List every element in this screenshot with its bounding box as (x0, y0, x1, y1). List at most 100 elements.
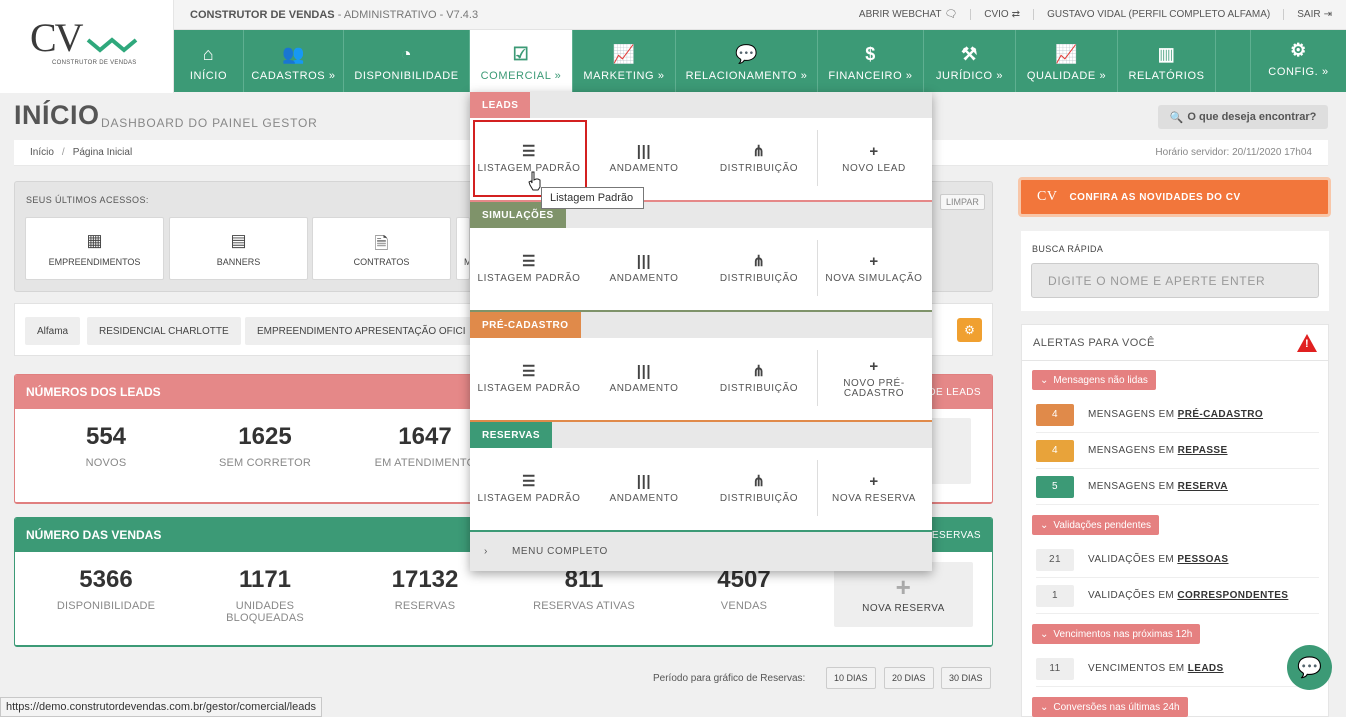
precadastro-novo[interactable]: + NOVO PRÉ-CADASTRO (817, 338, 931, 420)
breadcrumb-home[interactable]: Início (30, 147, 54, 158)
stat-novos[interactable]: 554 NOVOS (41, 423, 171, 469)
nova-reserva-button[interactable]: + NOVA RESERVA (834, 562, 973, 627)
columns-icon: ||| (636, 253, 652, 270)
simulacoes-distribuicao[interactable]: ⋔ DISTRIBUIÇÃO (702, 228, 816, 310)
reservas-distribuicao[interactable]: ⋔ DISTRIBUIÇÃO (702, 448, 816, 530)
app-title: CONSTRUTOR DE VENDAS - ADMINISTRATIVO - … (190, 9, 479, 21)
precadastro-andamento[interactable]: ||| ANDAMENTO (587, 338, 701, 420)
clear-button[interactable]: LIMPAR (940, 194, 985, 210)
alerts-panel: ALERTAS PARA VOCÊ ⌄Mensagens não lidas 4… (1021, 324, 1329, 717)
list-icon: ☰ (521, 363, 537, 380)
precadastro-listagem[interactable]: ☰ LISTAGEM PADRÃO (472, 338, 586, 420)
settings-button[interactable]: ⚙ (957, 318, 982, 342)
busca-title: BUSCA RÁPIDA (1032, 244, 1104, 254)
reservas-andamento[interactable]: ||| ANDAMENTO (587, 448, 701, 530)
nav-relatorios[interactable]: ▥ RELATÓRIOS (1118, 30, 1216, 92)
alert-count: 1 (1036, 584, 1074, 607)
nav-marketing[interactable]: 📈 MARKETING » (573, 30, 676, 92)
leads-distribuicao[interactable]: ⋔ DISTRIBUIÇÃO (702, 118, 816, 200)
busca-rapida: BUSCA RÁPIDA DIGITE O NOME E APERTE ENTE… (1021, 231, 1329, 311)
novidades-banner[interactable]: CV CONFIRA AS NOVIDADES DO CV (1018, 177, 1331, 217)
stat-vendas[interactable]: 4507 VENDAS (679, 566, 809, 612)
nav-juridico[interactable]: ⚒ JURÍDICO » (924, 30, 1016, 92)
chevron-down-icon: ⌄ (1040, 519, 1049, 531)
alert-row[interactable]: 1 VALIDAÇÕES EM CORRESPONDENTES (1036, 578, 1319, 614)
stat-reservas[interactable]: 17132 RESERVAS (360, 566, 490, 612)
users-icon: 👥 (281, 44, 305, 64)
webchat-link[interactable]: ABRIR WEBCHAT 🗨 (846, 9, 972, 20)
plus-icon: + (869, 253, 879, 270)
top-links: ABRIR WEBCHAT 🗨 CVIO ⇄ GUSTAVO VIDAL (PE… (846, 9, 1332, 20)
chart-area-icon: 📈 (1054, 44, 1078, 64)
building-icon: ▦ (86, 230, 103, 250)
logout-link[interactable]: SAIR ⇥ (1284, 9, 1332, 20)
menu-completo-link[interactable]: › MENU COMPLETO (470, 532, 932, 571)
emp-tag[interactable]: Alfama (25, 317, 81, 345)
sitemap-icon: ⋔ (752, 143, 766, 160)
cvio-link[interactable]: CVIO ⇄ (971, 9, 1035, 20)
checkbox-icon: ☑ (512, 44, 530, 64)
recent-card-banners[interactable]: ▤ BANNERS (169, 217, 308, 280)
alert-row[interactable]: 11 VENCIMENTOS EM LEADS (1036, 651, 1319, 687)
leads-right-label[interactable]: DE LEADS (928, 387, 981, 398)
nav-inicio[interactable]: ⌂ INÍCIO (174, 30, 244, 92)
stat-reservas-ativas[interactable]: 811 RESERVAS ATIVAS (519, 566, 649, 612)
nav-cadastros[interactable]: 👥 CADASTROS » (244, 30, 344, 92)
reservas-listagem[interactable]: ☰ LISTAGEM PADRÃO (472, 448, 586, 530)
stat-sem-corretor[interactable]: 1625 SEM CORRETOR (200, 423, 330, 469)
alert-group-toggle[interactable]: ⌄ Vencimentos nas próximas 12h (1032, 624, 1201, 644)
main-nav: ⌂ INÍCIO 👥 CADASTROS » ◔ DISPONIBILIDADE ☑ C… (174, 30, 1346, 92)
emp-tag[interactable]: RESIDENCIAL CHARLOTTE (87, 317, 241, 345)
recent-card-contratos[interactable]: 🗎 CONTRATOS (312, 217, 451, 280)
nav-financeiro[interactable]: $ FINANCEIRO » (818, 30, 924, 92)
chat-bubble-button[interactable]: 💬 (1287, 645, 1332, 690)
stat-disponibilidade[interactable]: 5366 DISPONIBILIDADE (41, 566, 171, 612)
nav-config[interactable]: ⚙ CONFIG. » (1250, 30, 1346, 92)
precadastro-distribuicao[interactable]: ⋔ DISTRIBUIÇÃO (702, 338, 816, 420)
period-30-button[interactable]: 30 DIAS (941, 667, 991, 689)
nav-comercial[interactable]: ☑ COMERCIAL » (470, 30, 573, 92)
alert-group-toggle[interactable]: ⌄ Mensagens não lidas (1032, 370, 1156, 390)
alert-row[interactable]: 4 MENSAGENS EM PRÉ-CADASTRO (1036, 397, 1319, 433)
search-icon: 🔍 (1169, 111, 1184, 124)
chevron-down-icon: ⌄ (1040, 628, 1049, 640)
simulacoes-andamento[interactable]: ||| ANDAMENTO (587, 228, 701, 310)
chat-icon: 💬 (734, 44, 758, 64)
search-button[interactable]: 🔍 O que deseja encontrar? (1158, 105, 1328, 129)
alert-group-toggle[interactable]: ⌄ Validações pendentes (1032, 515, 1160, 535)
quick-search-input[interactable]: DIGITE O NOME E APERTE ENTER (1031, 263, 1319, 298)
gear-icon: ⚙ (1290, 40, 1307, 60)
section-tag: RESERVAS (470, 422, 553, 448)
alert-count: 4 (1036, 403, 1074, 426)
comercial-dropdown: LEADS ☰ LISTAGEM PADRÃO ||| ANDAMENTO ⋔ DIS… (470, 92, 932, 571)
periodo-label: Período para gráfico de Reservas: (653, 673, 806, 684)
reservas-nova[interactable]: + NOVA RESERVA (817, 448, 931, 530)
vendas-right-label[interactable]: RESERVAS (924, 530, 981, 541)
chart-line-icon: 📈 (612, 44, 636, 64)
user-profile-link[interactable]: GUSTAVO VIDAL (PERFIL COMPLETO ALFAMA) (1034, 9, 1285, 20)
period-20-button[interactable]: 20 DIAS (884, 667, 934, 689)
nav-relacionamento[interactable]: 💬 RELACIONAMENTO » (676, 30, 818, 92)
leads-novo[interactable]: + NOVO LEAD (817, 118, 931, 200)
stat-unidades-bloqueadas[interactable]: 1171 UNIDADES BLOQUEADAS (200, 566, 330, 624)
alert-row[interactable]: 4 MENSAGENS EM REPASSE (1036, 433, 1319, 469)
period-10-button[interactable]: 10 DIAS (826, 667, 876, 689)
logo[interactable]: CV CONSTRUTOR DE VENDAS (0, 0, 174, 93)
alert-row[interactable]: 5 MENSAGENS EM RESERVA (1036, 469, 1319, 505)
simulacoes-nova[interactable]: + NOVA SIMULAÇÃO (817, 228, 931, 310)
chevron-down-icon: ⌄ (1040, 374, 1049, 386)
nav-qualidade[interactable]: 📈 QUALIDADE » (1016, 30, 1118, 92)
alert-group-toggle[interactable]: ⌄ Conversões nas últimas 24h (1032, 697, 1188, 717)
document-icon: 🗎 (374, 233, 389, 253)
recent-card-empreendimentos[interactable]: ▦ EMPREENDIMENTOS (25, 217, 164, 280)
alert-row[interactable]: 21 VALIDAÇÕES EM PESSOAS (1036, 542, 1319, 578)
chat-icon: 💬 (1297, 657, 1322, 679)
recent-card-partial[interactable]: M (456, 217, 470, 280)
page-title: INÍCIO (14, 100, 100, 130)
plus-icon: + (869, 358, 879, 375)
nav-disponibilidade[interactable]: ◔ DISPONIBILIDADE (344, 30, 470, 92)
plus-icon: + (869, 143, 879, 160)
emp-tag[interactable]: EMPREENDIMENTO APRESENTAÇÃO OFICI (245, 317, 471, 345)
section-pre-cadastro: PRÉ-CADASTRO ☰ LISTAGEM PADRÃO ||| ANDAMEN… (470, 312, 932, 422)
simulacoes-listagem[interactable]: ☰ LISTAGEM PADRÃO (472, 228, 586, 310)
